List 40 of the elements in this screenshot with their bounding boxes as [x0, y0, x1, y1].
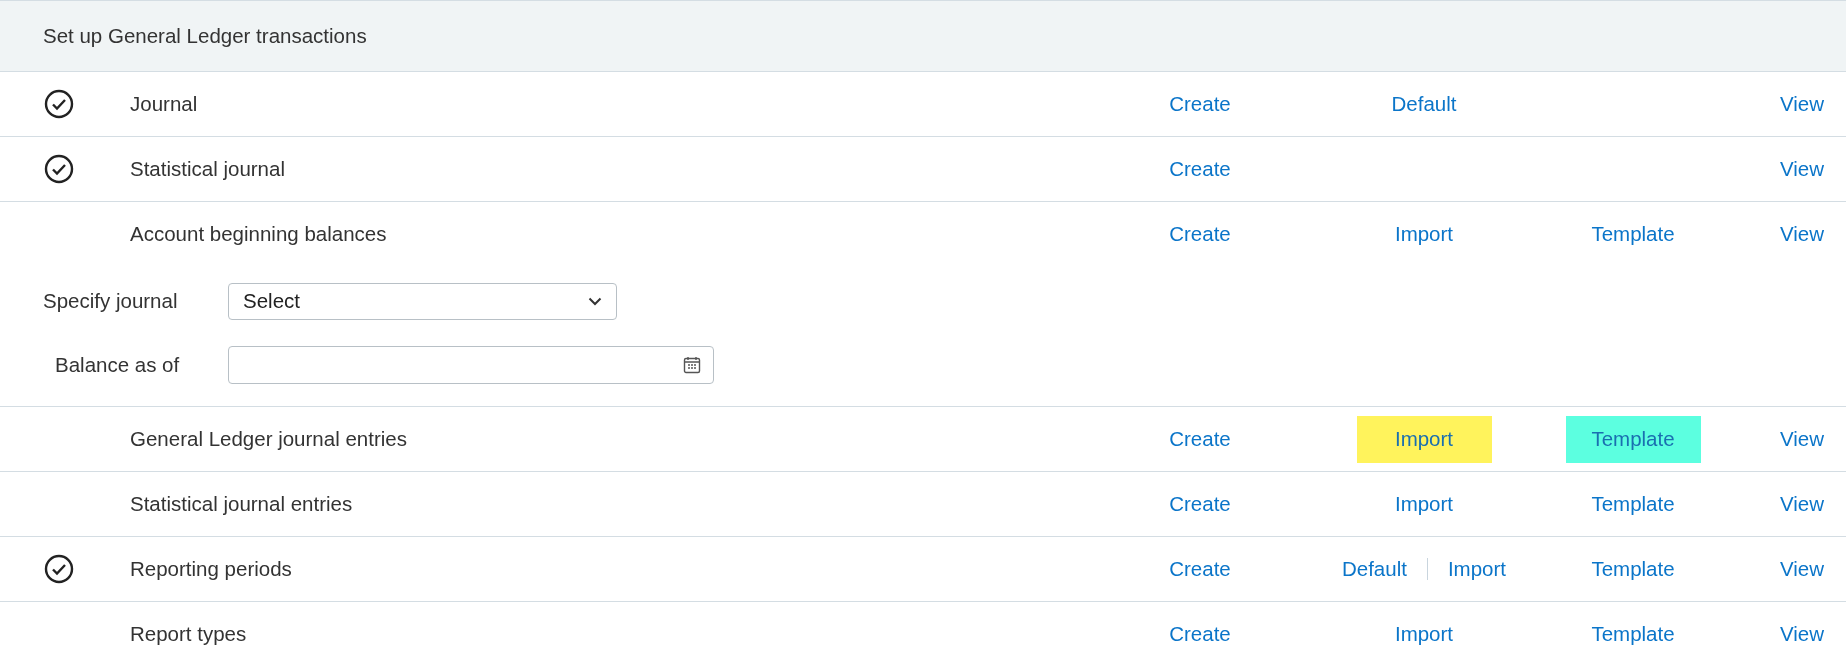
action-link[interactable]: View [1779, 88, 1824, 120]
task-label: Report types [130, 620, 247, 647]
action-link[interactable]: Create [1169, 553, 1231, 585]
action-link[interactable]: Import [1394, 488, 1454, 520]
action-link[interactable]: Create [1169, 218, 1231, 250]
field-label: Specify journal [42, 287, 179, 314]
action-link[interactable]: Create [1169, 423, 1231, 455]
action-link[interactable]: Import [1447, 553, 1507, 585]
section-title: Set up General Ledger transactions [43, 22, 367, 49]
action-link[interactable]: Template [1591, 618, 1675, 650]
chevron-down-icon [588, 296, 602, 306]
task-label: Statistical journal entries [130, 490, 353, 517]
action-link[interactable]: Create [1169, 153, 1231, 185]
action-link[interactable]: Template [1591, 488, 1675, 520]
date-field[interactable] [228, 346, 714, 384]
action-link[interactable]: Default [1391, 88, 1457, 120]
action-link[interactable]: View [1779, 218, 1824, 250]
action-link[interactable]: View [1779, 153, 1824, 185]
calendar-icon [683, 356, 701, 374]
action-link[interactable]: View [1779, 553, 1824, 585]
task-label: Reporting periods [130, 555, 292, 582]
action-link[interactable]: Template [1591, 553, 1675, 585]
action-link[interactable]: Template [1565, 415, 1701, 463]
action-link[interactable]: View [1779, 488, 1824, 520]
journal-select[interactable]: Select [228, 282, 617, 320]
action-link[interactable]: View [1779, 618, 1824, 650]
task-label: General Ledger journal entries [130, 425, 407, 452]
action-link[interactable]: Create [1169, 618, 1231, 650]
task-label: Account beginning balances [130, 220, 387, 247]
action-link[interactable]: Import [1394, 218, 1454, 250]
action-link[interactable]: View [1779, 423, 1824, 455]
action-link[interactable]: Default [1341, 553, 1407, 585]
action-link[interactable]: Import [1394, 618, 1454, 650]
action-link[interactable]: Template [1591, 218, 1675, 250]
action-link[interactable]: Create [1169, 88, 1231, 120]
action-link[interactable]: Create [1169, 488, 1231, 520]
task-label: Journal [130, 90, 198, 117]
action-link[interactable]: Import [1356, 415, 1492, 463]
field-label: Balance as of [54, 351, 181, 378]
task-label: Statistical journal [130, 155, 285, 182]
